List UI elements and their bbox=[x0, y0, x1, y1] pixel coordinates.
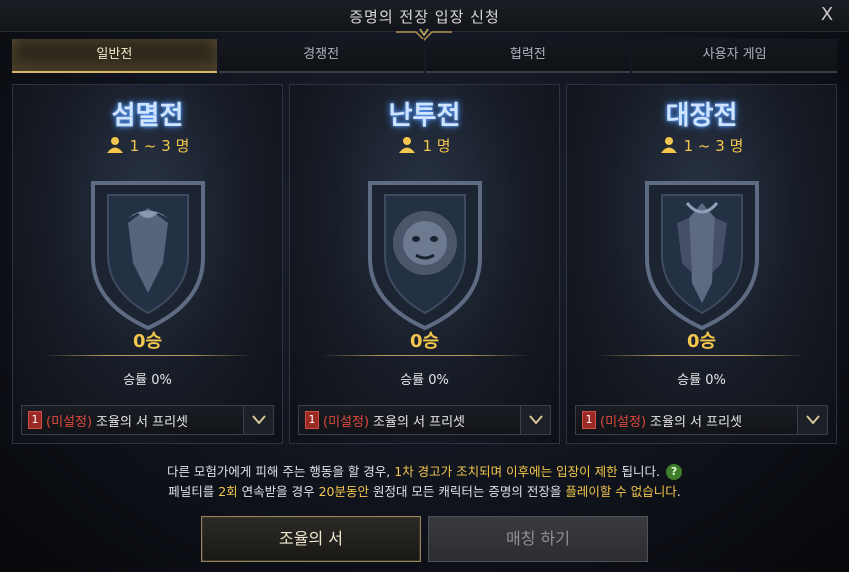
window-title: 증명의 전장 입장 신청 bbox=[349, 8, 500, 26]
preset-number-badge: 1 bbox=[305, 411, 319, 429]
notice-highlight: 2회 bbox=[218, 484, 238, 499]
notice-text: 원정대 모든 캐릭터는 증명의 전장을 bbox=[368, 484, 566, 499]
preset-label: 조율의 서 프리셋 bbox=[373, 414, 466, 430]
penalty-notice: 다른 모험가에게 피해 주는 행동을 할 경우, 1차 경고가 조치되며 이후에… bbox=[0, 462, 849, 502]
player-count-label: 1 명 bbox=[422, 137, 451, 155]
win-count: 0승 bbox=[686, 331, 717, 352]
dropdown-chevron-icon[interactable] bbox=[520, 406, 550, 434]
preset-dropdown[interactable]: 1 (미설정) 조율의 서 프리셋 bbox=[298, 405, 551, 435]
notice-line-2: 페널티를 2회 연속받을 경우 20분동안 원정대 모든 캐릭터는 증명의 전장… bbox=[0, 482, 849, 502]
win-rate: 승률 0% bbox=[400, 373, 449, 388]
mode-card-brawl[interactable]: 난투전 1 명 0승 승률 0% 1 (미설정) 조율의 서 프리셋 bbox=[289, 84, 560, 444]
divider bbox=[43, 355, 252, 356]
attunement-book-button[interactable]: 조율의 서 bbox=[201, 516, 421, 562]
mode-title: 대장전 bbox=[665, 101, 738, 131]
notice-text: 페널티를 bbox=[168, 484, 219, 499]
dropdown-chevron-icon[interactable] bbox=[797, 406, 827, 434]
win-count: 0승 bbox=[132, 331, 163, 352]
start-matching-button[interactable]: 매칭 하기 bbox=[428, 516, 648, 562]
preset-dropdown[interactable]: 1 (미설정) 조율의 서 프리셋 bbox=[575, 405, 828, 435]
notice-highlight: 플레이할 수 없습니다 bbox=[565, 484, 677, 499]
notice-text: 됩니다. bbox=[617, 464, 661, 479]
preset-dropdown[interactable]: 1 (미설정) 조율의 서 프리셋 bbox=[21, 405, 274, 435]
mode-tabs: 일반전 경쟁전 협력전 사용자 게임 bbox=[12, 39, 837, 73]
preset-label: 조율의 서 프리셋 bbox=[96, 414, 189, 430]
preset-number-badge: 1 bbox=[582, 411, 596, 429]
player-count: 1 ~ 3 명 bbox=[567, 135, 836, 156]
notice-text: 다른 모험가에게 피해 주는 행동을 할 경우, bbox=[166, 464, 395, 479]
win-rate: 승률 0% bbox=[123, 373, 172, 388]
preset-number-badge: 1 bbox=[28, 411, 42, 429]
person-icon bbox=[106, 137, 123, 153]
help-icon[interactable]: ? bbox=[666, 464, 683, 480]
preset-unset-label: (미설정) bbox=[46, 414, 93, 430]
tab-cooperative[interactable]: 협력전 bbox=[425, 39, 631, 73]
person-icon bbox=[399, 137, 416, 153]
divider bbox=[320, 355, 529, 356]
person-icon bbox=[660, 137, 677, 153]
close-icon[interactable]: X bbox=[817, 5, 837, 25]
player-count: 1 명 bbox=[290, 135, 559, 156]
notice-text: . bbox=[676, 484, 681, 499]
preset-unset-label: (미설정) bbox=[600, 414, 647, 430]
shield-emblem-icon bbox=[644, 181, 759, 331]
tab-competitive[interactable]: 경쟁전 bbox=[218, 39, 424, 73]
mode-cards: 섬멸전 1 ~ 3 명 0승 승률 0% 1 (미설정) 조율의 서 프리셋 난… bbox=[12, 84, 837, 444]
notice-highlight: 20분동안 bbox=[318, 484, 369, 499]
player-count: 1 ~ 3 명 bbox=[13, 135, 282, 156]
notice-text: 연속받을 경우 bbox=[237, 484, 319, 499]
divider bbox=[597, 355, 806, 356]
tab-custom-game[interactable]: 사용자 게임 bbox=[632, 39, 837, 73]
shield-emblem-icon bbox=[90, 181, 205, 331]
notice-highlight: 1차 경고가 조치되며 이후에는 입장이 제한 bbox=[394, 464, 618, 479]
preset-label: 조율의 서 프리셋 bbox=[650, 414, 743, 430]
mode-card-captain[interactable]: 대장전 1 ~ 3 명 0승 승률 0% 1 (미설정) 조율의 서 프리셋 bbox=[566, 84, 837, 444]
mode-title: 난투전 bbox=[388, 101, 461, 131]
player-count-label: 1 ~ 3 명 bbox=[129, 137, 190, 155]
shield-emblem-icon bbox=[367, 181, 482, 331]
mode-card-annihilation[interactable]: 섬멸전 1 ~ 3 명 0승 승률 0% 1 (미설정) 조율의 서 프리셋 bbox=[12, 84, 283, 444]
battlefield-entry-window: 증명의 전장 입장 신청 X 일반전 경쟁전 협력전 사용자 게임 섬멸전 1 … bbox=[0, 0, 849, 572]
win-count: 0승 bbox=[409, 331, 440, 352]
win-rate: 승률 0% bbox=[677, 373, 726, 388]
dropdown-chevron-icon[interactable] bbox=[243, 406, 273, 434]
notice-line-1: 다른 모험가에게 피해 주는 행동을 할 경우, 1차 경고가 조치되며 이후에… bbox=[0, 462, 849, 482]
preset-unset-label: (미설정) bbox=[323, 414, 370, 430]
tab-normal[interactable]: 일반전 bbox=[12, 39, 217, 73]
player-count-label: 1 ~ 3 명 bbox=[683, 137, 744, 155]
title-bar: 증명의 전장 입장 신청 X bbox=[0, 0, 849, 42]
mode-title: 섬멸전 bbox=[111, 101, 184, 131]
